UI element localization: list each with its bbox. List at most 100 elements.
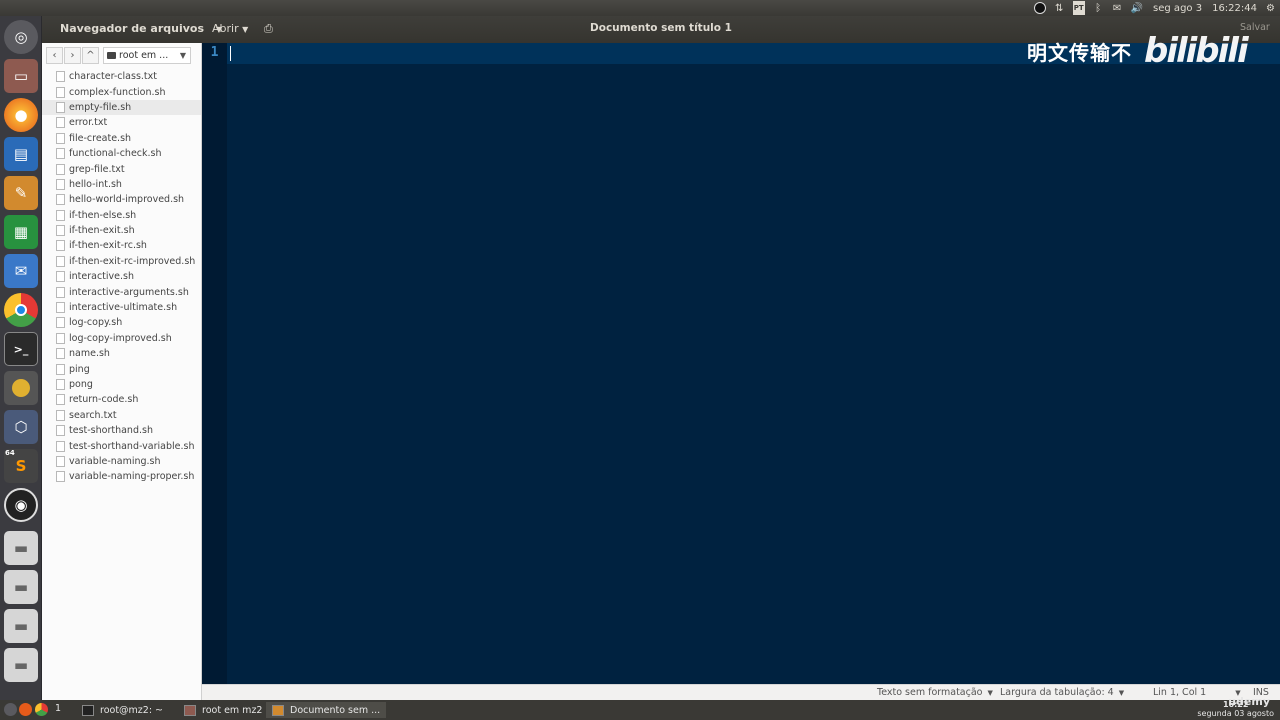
pt-keyboard-icon[interactable]: PT bbox=[1072, 1, 1085, 15]
gear-icon[interactable]: ⚙ bbox=[1265, 1, 1276, 15]
file-name: return-code.sh bbox=[69, 394, 139, 406]
chrome-icon[interactable] bbox=[4, 293, 38, 327]
chrome-tray-icon[interactable] bbox=[35, 703, 48, 716]
file-icon bbox=[56, 425, 65, 437]
list-item[interactable]: if-then-exit-rc-improved.sh bbox=[42, 254, 201, 269]
list-item-selected[interactable]: empty-file.sh bbox=[42, 99, 201, 116]
bilibili-logo: bilibili bbox=[1144, 31, 1249, 71]
calc-icon[interactable]: ▦ bbox=[4, 215, 38, 249]
location-label: root em ... bbox=[119, 49, 169, 61]
list-item[interactable]: if-then-exit.sh bbox=[42, 223, 201, 238]
list-item[interactable]: hello-int.sh bbox=[42, 177, 201, 192]
file-icon bbox=[56, 255, 65, 267]
firefox-tray-icon[interactable] bbox=[19, 703, 32, 716]
file-icon bbox=[56, 317, 65, 329]
list-item[interactable]: search.txt bbox=[42, 408, 201, 423]
tab-width-dropdown[interactable]: Largura da tabulação: 4 ▼ bbox=[1000, 687, 1124, 698]
bluetooth-icon[interactable]: ᛒ bbox=[1093, 1, 1104, 15]
ubuntu-dash-icon[interactable]: ◎ bbox=[4, 20, 38, 54]
drive-icon-4[interactable]: ▬ bbox=[4, 648, 38, 682]
forward-button[interactable]: › bbox=[64, 46, 81, 64]
watermark-text: 明文传输不 bbox=[1027, 40, 1132, 65]
network-arrows-icon[interactable]: ⇅ bbox=[1054, 1, 1065, 15]
file-name: test-shorthand-variable.sh bbox=[69, 440, 195, 452]
thunderbird-icon[interactable]: ✉ bbox=[4, 254, 38, 288]
list-item[interactable]: interactive-arguments.sh bbox=[42, 284, 201, 299]
file-icon bbox=[56, 178, 65, 190]
files-icon[interactable]: ▭ bbox=[4, 59, 38, 93]
file-icon bbox=[56, 471, 65, 483]
chevron-right-icon: › bbox=[70, 49, 75, 61]
time-indicator[interactable]: 16:22:44 bbox=[1212, 3, 1257, 14]
text-editor-icon[interactable]: ✎ bbox=[4, 176, 38, 210]
file-icon bbox=[56, 163, 65, 175]
files-task[interactable]: root em mz2 bbox=[178, 702, 268, 718]
file-name: grep-file.txt bbox=[69, 163, 125, 175]
list-item[interactable]: file-create.sh bbox=[42, 131, 201, 146]
terminal-task[interactable]: root@mz2: ~ bbox=[76, 702, 169, 718]
virtualbox-icon[interactable]: ⬡ bbox=[4, 410, 38, 444]
file-name: if-then-exit-rc-improved.sh bbox=[69, 255, 196, 267]
document-title: Documento sem título 1 bbox=[590, 22, 732, 34]
file-name: search.txt bbox=[69, 409, 117, 421]
list-item[interactable]: functional-check.sh bbox=[42, 146, 201, 161]
obs-icon[interactable]: ◉ bbox=[4, 488, 38, 522]
rhythmbox-icon[interactable] bbox=[4, 371, 38, 405]
file-name: interactive-arguments.sh bbox=[69, 286, 189, 298]
list-item[interactable]: log-copy.sh bbox=[42, 315, 201, 330]
drive-icon-2[interactable]: ▬ bbox=[4, 570, 38, 604]
syntax-mode-dropdown[interactable]: Texto sem formatação ▼ bbox=[877, 687, 993, 698]
back-button[interactable]: ‹ bbox=[46, 46, 63, 64]
file-icon bbox=[56, 394, 65, 406]
workspace-number[interactable]: 1 bbox=[55, 703, 61, 714]
file-list: character-class.txt complex-function.sh … bbox=[42, 69, 201, 485]
file-browser-sidebar: ‹ › ^ root em ... ▼ character-class.txt … bbox=[42, 43, 202, 700]
file-name: hello-int.sh bbox=[69, 178, 122, 190]
volume-icon[interactable]: 🔊 bbox=[1131, 1, 1143, 15]
list-item[interactable]: ping bbox=[42, 361, 201, 376]
file-icon bbox=[56, 225, 65, 237]
writer-icon[interactable]: ▤ bbox=[4, 137, 38, 171]
file-icon bbox=[56, 148, 65, 160]
list-item[interactable]: test-shorthand.sh bbox=[42, 423, 201, 438]
gedit-task[interactable]: Documento sem ... bbox=[266, 702, 387, 718]
location-dropdown[interactable]: root em ... ▼ bbox=[103, 46, 191, 64]
file-icon bbox=[56, 271, 65, 283]
status-bar: Texto sem formatação ▼ Largura da tabula… bbox=[202, 684, 1280, 700]
list-item[interactable]: variable-naming.sh bbox=[42, 454, 201, 469]
text-editor[interactable]: 1 bbox=[202, 43, 1280, 684]
file-icon bbox=[56, 286, 65, 298]
list-item[interactable]: pong bbox=[42, 377, 201, 392]
drive-icon-1[interactable]: ▬ bbox=[4, 531, 38, 565]
up-button[interactable]: ^ bbox=[82, 46, 99, 64]
ubuntu-logo-icon[interactable] bbox=[4, 703, 17, 716]
list-item[interactable]: log-copy-improved.sh bbox=[42, 331, 201, 346]
file-icon bbox=[56, 455, 65, 467]
file-name: complex-function.sh bbox=[69, 86, 166, 98]
sublime-icon[interactable]: S 64 bbox=[4, 449, 38, 483]
file-icon bbox=[56, 440, 65, 452]
list-item[interactable]: variable-naming-proper.sh bbox=[42, 469, 201, 484]
terminal-icon[interactable]: >_ bbox=[4, 332, 38, 366]
list-item[interactable]: hello-world-improved.sh bbox=[42, 192, 201, 207]
obs-tray-icon[interactable] bbox=[1033, 2, 1046, 14]
list-item[interactable]: if-then-exit-rc.sh bbox=[42, 238, 201, 253]
list-item[interactable]: name.sh bbox=[42, 346, 201, 361]
list-item[interactable]: test-shorthand-variable.sh bbox=[42, 438, 201, 453]
list-item[interactable]: grep-file.txt bbox=[42, 161, 201, 176]
firefox-icon[interactable]: ● bbox=[4, 98, 38, 132]
bilibili-watermark: 明文传输不 bilibili bbox=[1027, 31, 1267, 71]
chevron-up-icon: ^ bbox=[86, 49, 95, 61]
list-item[interactable]: interactive-ultimate.sh bbox=[42, 300, 201, 315]
list-item[interactable]: interactive.sh bbox=[42, 269, 201, 284]
date-indicator[interactable]: seg ago 3 bbox=[1153, 3, 1202, 14]
list-item[interactable]: return-code.sh bbox=[42, 392, 201, 407]
list-item[interactable]: complex-function.sh bbox=[42, 84, 201, 99]
list-item[interactable]: character-class.txt bbox=[42, 69, 201, 84]
file-name: interactive.sh bbox=[69, 271, 135, 283]
drive-icon-3[interactable]: ▬ bbox=[4, 609, 38, 643]
file-icon bbox=[56, 302, 65, 314]
list-item[interactable]: if-then-else.sh bbox=[42, 208, 201, 223]
mail-icon[interactable]: ✉ bbox=[1112, 1, 1123, 15]
list-item[interactable]: error.txt bbox=[42, 115, 201, 130]
